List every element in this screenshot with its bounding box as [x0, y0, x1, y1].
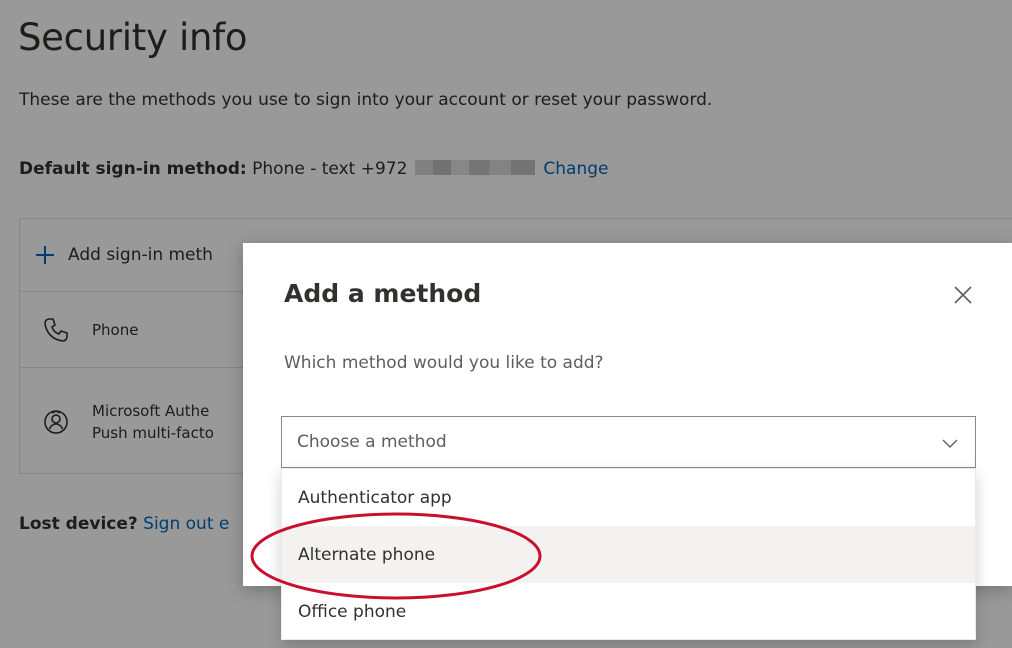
close-icon[interactable] — [947, 279, 979, 311]
option-alternate-phone[interactable]: Alternate phone — [282, 526, 975, 583]
method-select-placeholder: Choose a method — [297, 432, 447, 452]
method-dropdown-list: Authenticator app Alternate phone Office… — [281, 468, 976, 640]
chevron-down-icon — [942, 439, 958, 448]
option-office-phone[interactable]: Office phone — [282, 583, 975, 640]
method-select[interactable]: Choose a method — [281, 416, 976, 468]
dialog-question: Which method would you like to add? — [284, 353, 604, 373]
option-authenticator-app[interactable]: Authenticator app — [282, 469, 975, 526]
dialog-title: Add a method — [284, 279, 482, 308]
